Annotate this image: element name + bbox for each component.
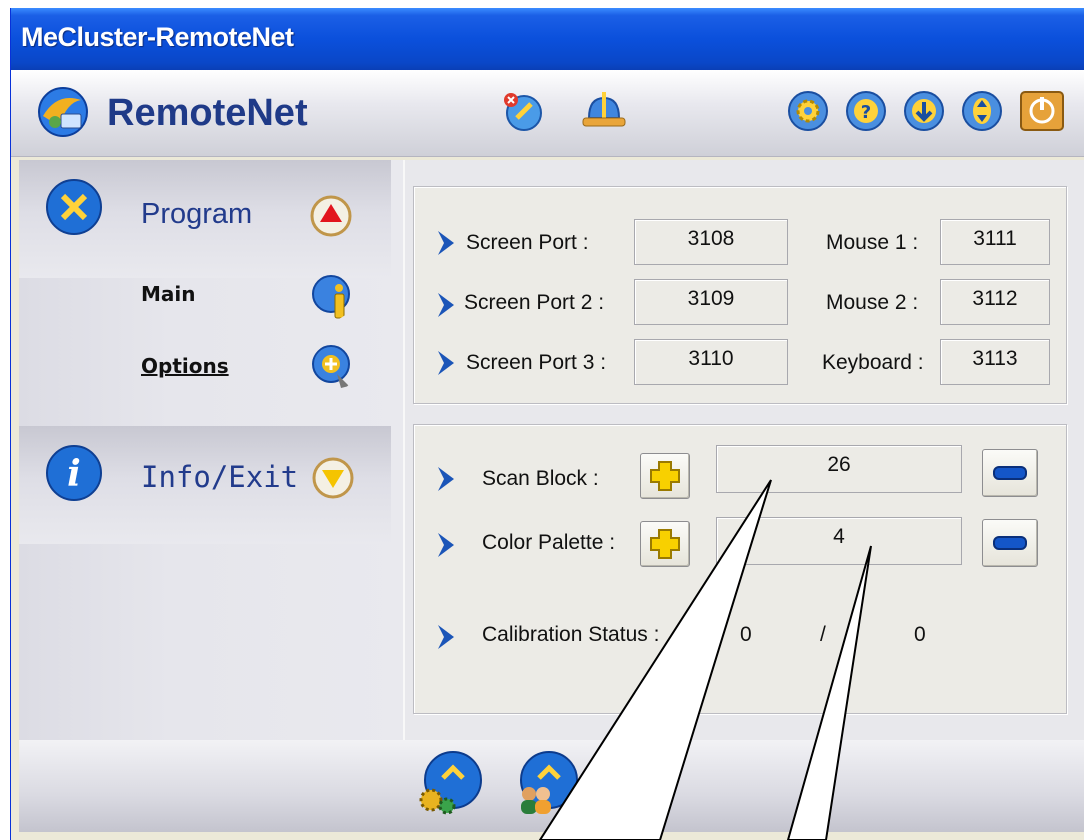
title-bar[interactable]: MeCluster-RemoteNet [11, 8, 1084, 70]
color-palette-increase-button[interactable] [640, 521, 690, 567]
row-arrow-icon [438, 293, 454, 317]
mouse1-label: Mouse 1 : [826, 231, 919, 254]
plus-icon [650, 529, 680, 559]
collapse-up-icon[interactable] [309, 194, 353, 238]
screen-port3-field[interactable]: 3110 [634, 339, 788, 385]
app-window: MeCluster-RemoteNet RemoteNet ? Program … [10, 8, 1084, 840]
calibration-label: Calibration Status : [482, 623, 660, 646]
users-button-icon[interactable] [513, 750, 579, 816]
sidebar-info-title[interactable]: Info/Exit [141, 460, 298, 494]
updown-icon[interactable] [961, 90, 1003, 132]
camera-button-icon[interactable] [605, 750, 671, 816]
screen-port2-label: Screen Port 2 : [464, 291, 605, 314]
disconnect-satellite-icon[interactable] [501, 90, 543, 132]
expand-down-icon[interactable] [311, 456, 355, 500]
sidebar-item-main[interactable]: Main [141, 282, 196, 306]
options-add-icon[interactable] [311, 344, 355, 392]
main-panel: Screen Port : 3108 Mouse 1 : 3111 Screen… [403, 160, 1084, 740]
color-palette-decrease-button[interactable] [982, 519, 1038, 567]
color-palette-field[interactable]: 4 [716, 517, 962, 565]
scan-block-increase-button[interactable] [640, 453, 690, 499]
row-arrow-icon [438, 231, 454, 255]
remotenet-logo-icon [38, 87, 88, 137]
power-icon[interactable] [1019, 90, 1065, 132]
app-header: RemoteNet ? [11, 70, 1084, 157]
screen-port2-field[interactable]: 3109 [634, 279, 788, 325]
help-icon[interactable]: ? [845, 90, 887, 132]
calibration-value-1: 0 [740, 623, 752, 646]
minus-icon [993, 466, 1027, 480]
row-arrow-icon [438, 625, 454, 649]
sidebar: Program Main Options i Info/Exit [19, 160, 403, 830]
mouse1-field[interactable]: 3111 [940, 219, 1050, 265]
svg-text:i: i [67, 453, 81, 495]
screen-port-label: Screen Port : [466, 231, 589, 254]
minus-icon [993, 536, 1027, 550]
bottom-toolbar [19, 740, 1084, 832]
color-palette-label: Color Palette : [482, 531, 616, 554]
app-title: RemoteNet [107, 92, 308, 134]
settings-group: Scan Block : 26 Color Palette : 4 Calibr… [413, 424, 1067, 714]
row-arrow-icon [438, 533, 454, 557]
scan-block-field[interactable]: 26 [716, 445, 962, 493]
settings-gear-icon[interactable] [787, 90, 829, 132]
ports-group: Screen Port : 3108 Mouse 1 : 3111 Screen… [413, 186, 1067, 404]
row-arrow-icon [438, 351, 454, 375]
download-icon[interactable] [903, 90, 945, 132]
calibration-value-2: 0 [914, 623, 926, 646]
mouse2-field[interactable]: 3112 [940, 279, 1050, 325]
info-main-icon[interactable] [311, 274, 353, 320]
calibration-separator: / [820, 623, 826, 646]
sidebar-program-title[interactable]: Program [141, 198, 252, 231]
screen-port3-label: Screen Port 3 : [466, 351, 607, 374]
window-title: MeCluster-RemoteNet [21, 22, 294, 52]
plus-icon [650, 461, 680, 491]
mouse2-label: Mouse 2 : [826, 291, 919, 314]
keyboard-label: Keyboard : [822, 351, 924, 374]
scan-block-label: Scan Block : [482, 467, 599, 490]
sidebar-item-options[interactable]: Options [141, 354, 229, 378]
row-arrow-icon [438, 467, 454, 491]
screen-port-field[interactable]: 3108 [634, 219, 788, 265]
scan-block-decrease-button[interactable] [982, 449, 1038, 497]
tools-icon [46, 179, 102, 235]
svg-text:?: ? [861, 102, 871, 123]
info-icon: i [46, 445, 102, 501]
settings-gears-button-icon[interactable] [417, 750, 483, 816]
network-bell-icon[interactable] [579, 90, 629, 132]
keyboard-field[interactable]: 3113 [940, 339, 1050, 385]
